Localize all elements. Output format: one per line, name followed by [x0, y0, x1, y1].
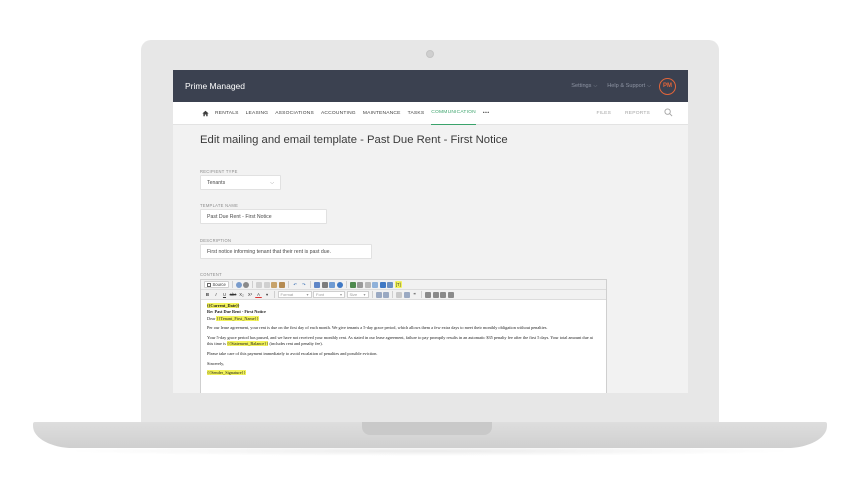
- editor-toolbar-row-2: B I U abc X₂ X² A ▾ Format ▾ Font ▾ Size…: [201, 290, 606, 300]
- search-icon[interactable]: [664, 108, 674, 118]
- preview-icon[interactable]: [235, 281, 242, 288]
- template-name-value: Past Due Rent - First Notice: [207, 213, 272, 220]
- help-menu[interactable]: Help & Support ⌵: [607, 83, 651, 89]
- font-label: Font: [316, 292, 325, 297]
- spellcheck-icon[interactable]: [336, 281, 343, 288]
- table-icon[interactable]: [357, 281, 364, 288]
- content-label: CONTENT: [200, 272, 222, 277]
- settings-label: Settings: [571, 83, 592, 89]
- numbered-list-icon[interactable]: [375, 291, 382, 298]
- nav-item-leasing[interactable]: LEASING: [246, 102, 269, 125]
- outdent-icon[interactable]: [396, 291, 402, 298]
- nav-item-communication[interactable]: COMMUNICATION: [431, 102, 476, 125]
- size-select[interactable]: Size ▾: [346, 291, 369, 298]
- nav-item-reports[interactable]: REPORTS: [625, 111, 650, 116]
- strikethrough-button[interactable]: abc: [230, 291, 237, 298]
- underline-button[interactable]: U: [221, 291, 228, 298]
- indent-icon[interactable]: [403, 291, 410, 298]
- undo-icon[interactable]: ↶: [292, 281, 299, 288]
- description-value: First notice informing tenant that their…: [207, 248, 331, 255]
- sender-signature-tag: {{Sender_Signature}}: [207, 370, 246, 376]
- chevron-down-icon: ⌵: [270, 179, 274, 186]
- recipient-type-select[interactable]: Tenants ⌵: [200, 175, 281, 190]
- insert-tag-button[interactable]: [T]: [394, 281, 402, 288]
- bulleted-list-icon[interactable]: [383, 291, 389, 298]
- horizontal-line-icon[interactable]: [364, 281, 371, 288]
- avatar[interactable]: PM: [659, 77, 676, 95]
- app-screen: Prime Managed Settings ⌵ Help & Support …: [173, 70, 688, 393]
- align-justify-icon[interactable]: [447, 291, 454, 298]
- font-select[interactable]: Font ▾: [313, 291, 345, 298]
- template-icon[interactable]: [243, 281, 250, 288]
- nav-item-accounting[interactable]: ACCOUNTING: [321, 102, 356, 125]
- chevron-down-icon: ▾: [339, 292, 342, 297]
- select-all-icon[interactable]: [329, 281, 336, 288]
- chevron-down-icon: ▾: [363, 292, 366, 297]
- cut-icon[interactable]: [256, 281, 263, 288]
- description-input[interactable]: First notice informing tenant that their…: [200, 244, 372, 259]
- current-date-tag: {{Current_Date}}: [207, 303, 240, 308]
- paste-icon[interactable]: [271, 281, 278, 288]
- settings-menu[interactable]: Settings ⌵: [571, 83, 597, 89]
- align-left-icon[interactable]: [425, 291, 431, 298]
- page-break-icon[interactable]: [387, 281, 394, 288]
- editor-document[interactable]: {{Current_Date}} Re: Past Due Rent - Fir…: [201, 300, 606, 383]
- camera-icon: [426, 50, 434, 58]
- redo-icon[interactable]: ↷: [300, 281, 307, 288]
- home-icon[interactable]: [201, 102, 209, 125]
- subject-line: Re: Past Due Rent - First Notice: [207, 308, 266, 314]
- paragraph-3: Please take care of this payment immedia…: [207, 350, 378, 356]
- nav-item-associations[interactable]: ASSOCIATIONS: [275, 102, 314, 125]
- find-icon[interactable]: [314, 281, 321, 288]
- size-label: Size: [349, 292, 358, 297]
- salutation: Dear: [207, 315, 216, 321]
- bold-button[interactable]: B: [204, 291, 211, 298]
- editor-toolbar-row-1: Source ↶ ↷ [T]: [201, 280, 606, 290]
- text-color-button[interactable]: A: [255, 291, 262, 298]
- main-nav: RENTALS LEASING ASSOCIATIONS ACCOUNTING …: [173, 102, 688, 125]
- template-name-label: TEMPLATE NAME: [200, 203, 239, 208]
- format-label: Format: [280, 292, 294, 297]
- nav-item-tasks[interactable]: TASKS: [408, 102, 425, 125]
- chevron-down-icon: ⌵: [647, 83, 651, 89]
- description-label: DESCRIPTION: [200, 238, 232, 243]
- replace-icon[interactable]: [321, 281, 328, 288]
- nav-more-button[interactable]: •••: [483, 111, 490, 116]
- template-name-input[interactable]: Past Due Rent - First Notice: [200, 209, 327, 224]
- subscript-button[interactable]: X₂: [238, 291, 245, 298]
- source-icon: [207, 282, 211, 287]
- superscript-button[interactable]: X²: [247, 291, 254, 298]
- align-right-icon[interactable]: [440, 291, 446, 298]
- image-icon[interactable]: [349, 281, 356, 288]
- smiley-icon[interactable]: [372, 281, 379, 288]
- recipient-type-label: RECIPIENT TYPE: [200, 169, 238, 174]
- recipient-type-value: Tenants: [207, 179, 226, 186]
- chevron-down-icon: ▾: [306, 292, 309, 297]
- chevron-down-icon: ▾: [265, 292, 269, 297]
- italic-button[interactable]: I: [213, 291, 220, 298]
- closing: Sincerely,: [207, 360, 225, 366]
- laptop-notch: [362, 422, 492, 435]
- blockquote-icon[interactable]: ❝: [411, 291, 418, 298]
- help-label: Help & Support: [607, 83, 646, 89]
- nav-item-rentals[interactable]: RENTALS: [215, 102, 239, 125]
- source-label: Source: [212, 282, 226, 287]
- top-bar: Prime Managed Settings ⌵ Help & Support …: [173, 70, 688, 102]
- format-select[interactable]: Format ▾: [277, 291, 312, 298]
- paragraph-2-end: (includes rent and penalty fee).: [269, 340, 323, 346]
- tenant-first-name-tag: {{Tenant_First_Name}}: [216, 315, 259, 321]
- chevron-down-icon: ⌵: [593, 83, 598, 89]
- align-center-icon[interactable]: [432, 291, 439, 298]
- copy-icon[interactable]: [263, 281, 270, 288]
- page-title: Edit mailing and email template - Past D…: [200, 134, 508, 146]
- source-button[interactable]: Source: [204, 281, 229, 288]
- nav-item-files[interactable]: FILES: [596, 111, 611, 116]
- rich-text-editor: Source ↶ ↷ [T] B I U abc X₂ X² A ▾ Forma…: [200, 279, 607, 393]
- brand-name[interactable]: Prime Managed: [185, 81, 245, 91]
- paste-text-icon[interactable]: [278, 281, 285, 288]
- paragraph-1: Per our lease agreement, your rent is du…: [207, 325, 548, 331]
- special-char-icon[interactable]: [379, 281, 386, 288]
- nav-item-maintenance[interactable]: MAINTENANCE: [363, 102, 401, 125]
- statement-balance-tag: {{Statement_Balance}}: [226, 340, 269, 346]
